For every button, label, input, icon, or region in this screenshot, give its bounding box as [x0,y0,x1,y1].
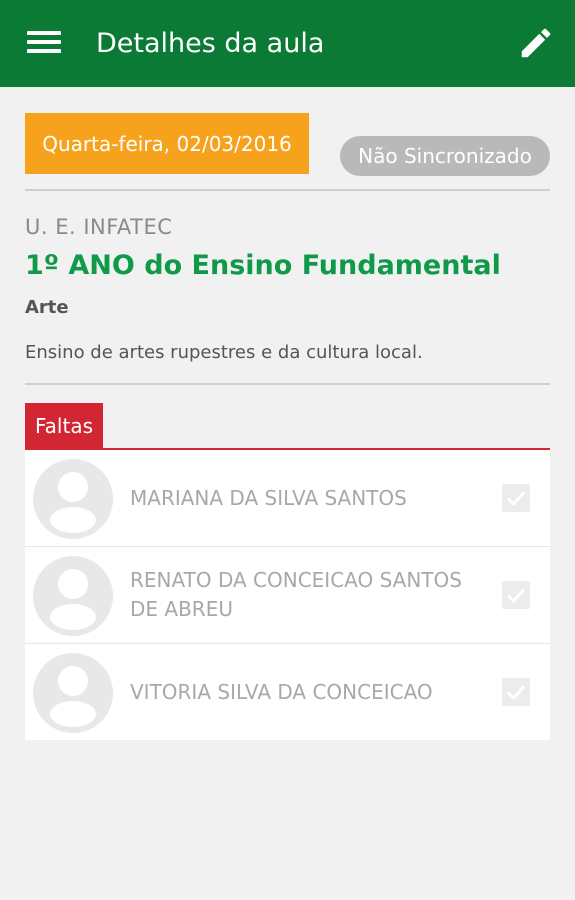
app-bar: Detalhes da aula [0,0,575,87]
tab-absences[interactable]: Faltas [25,403,103,449]
lesson-date-badge: Quarta-feira, 02/03/2016 [25,113,309,174]
absence-checkbox[interactable] [502,678,530,706]
lesson-description: Ensino de artes rupestres e da cultura l… [25,342,423,363]
sync-status-badge: Não Sincronizado [340,136,550,176]
page-title: Detalhes da aula [96,28,325,59]
menu-line [27,40,61,44]
divider [25,383,550,385]
subject-label: Arte [25,297,69,318]
student-name: MARIANA DA SILVA SANTOS [130,485,407,510]
person-placeholder-icon [33,459,113,539]
pencil-icon[interactable] [517,24,555,62]
student-name: RENATO DA CONCEICAO SANTOS DE ABREU [130,568,462,621]
person-placeholder-icon [33,653,113,733]
absence-checkbox[interactable] [502,484,530,512]
absence-checkbox[interactable] [502,581,530,609]
divider [25,189,550,191]
student-row[interactable]: VITORIA SILVA DA CONCEICAO [25,644,550,740]
school-name: U. E. INFATEC [25,215,173,239]
person-placeholder-icon [33,556,113,636]
class-title: 1º ANO do Ensino Fundamental [25,250,501,281]
student-row[interactable]: RENATO DA CONCEICAO SANTOS DE ABREU [25,547,550,644]
hamburger-menu-icon[interactable] [27,29,61,55]
student-list: MARIANA DA SILVA SANTOS RENATO DA CONCEI… [25,450,550,740]
student-name: VITORIA SILVA DA CONCEICAO [130,679,433,704]
menu-line [27,49,61,53]
student-row[interactable]: MARIANA DA SILVA SANTOS [25,450,550,547]
menu-line [27,31,61,35]
